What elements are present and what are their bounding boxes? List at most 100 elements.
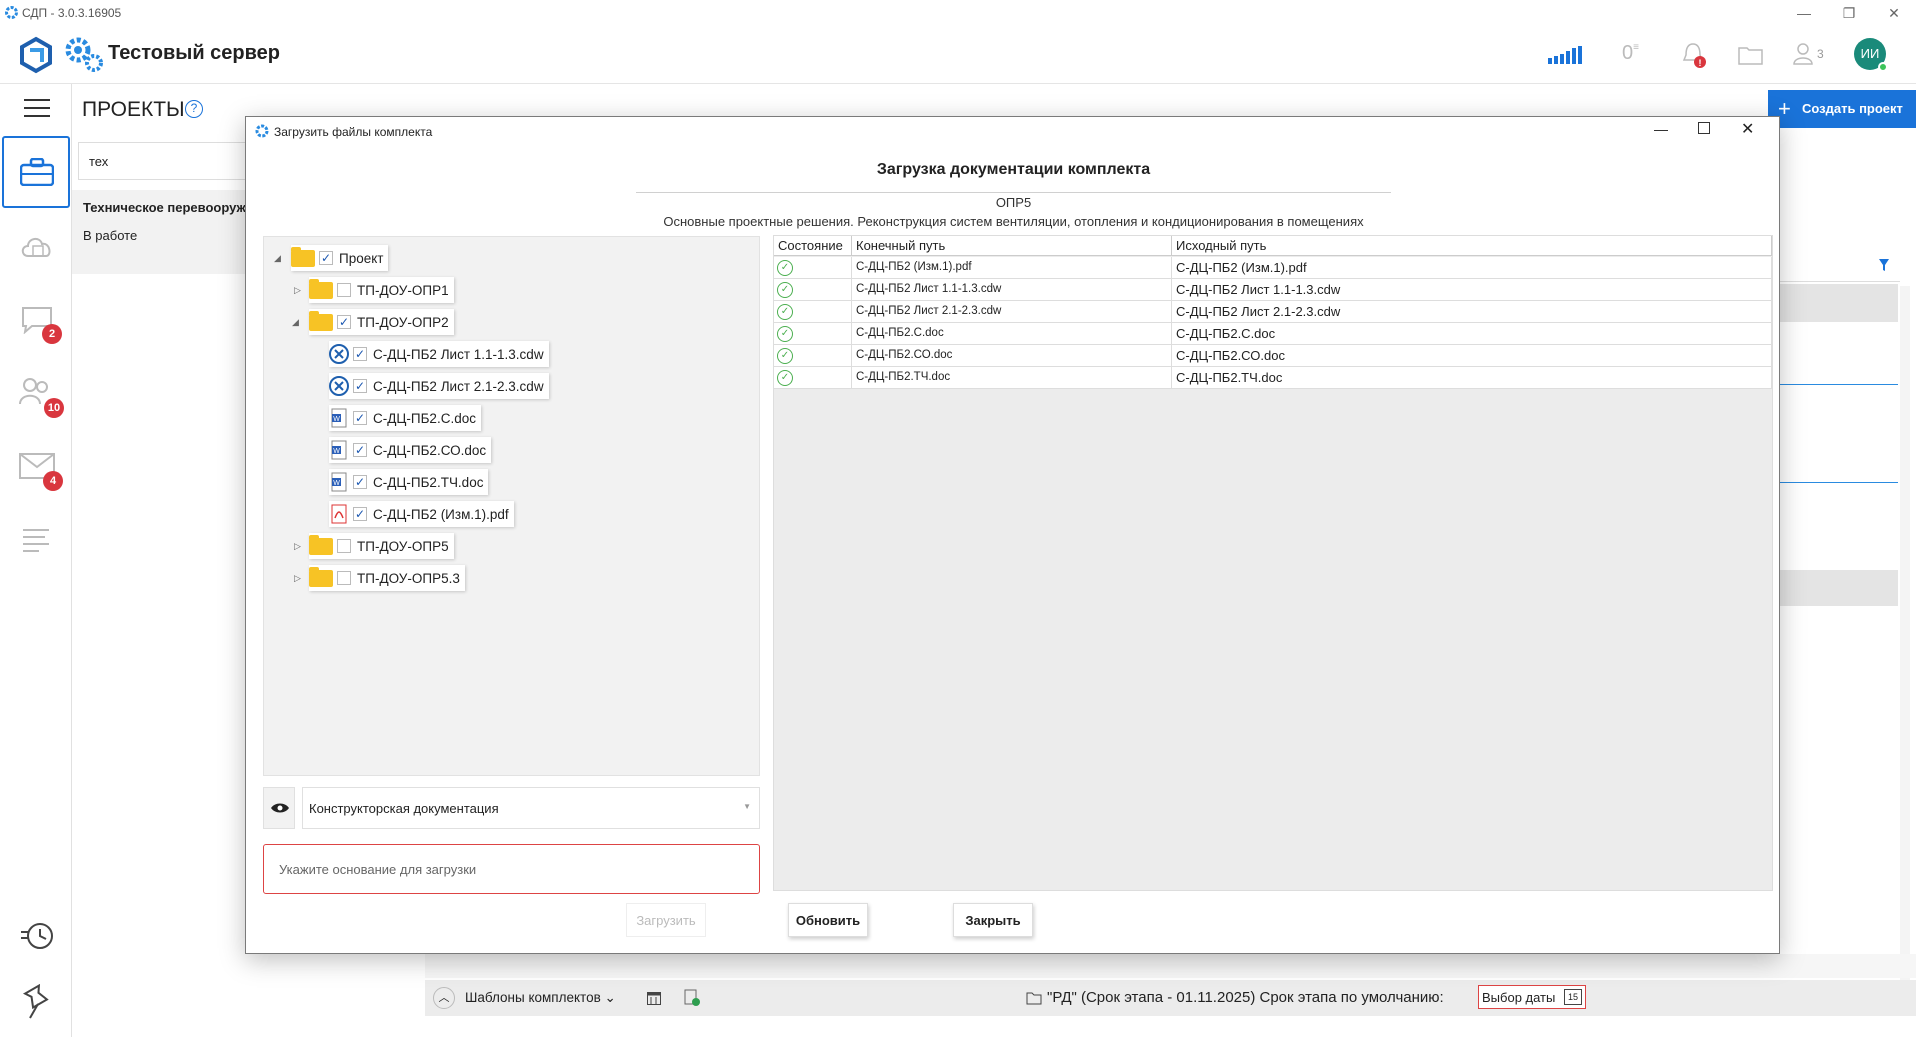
table-row[interactable]: ✓ С-ДЦ-ПБ2.С.doc С-ДЦ-ПБ2.С.doc (774, 323, 1772, 345)
refresh-label: Обновить (795, 913, 861, 928)
check-circle-icon: ✓ (777, 260, 793, 276)
column-header-state[interactable]: Состояние (774, 236, 852, 256)
dialog-heading: Загрузка документации комплекта (876, 161, 1151, 178)
tree-folder[interactable]: ТП-ДОУ-ОПР5.3 (309, 565, 465, 591)
state-cell: ✓ (774, 257, 852, 279)
tree-label: Проект (339, 250, 384, 266)
restore-button[interactable]: ❐ (1829, 2, 1869, 24)
history-icon[interactable] (20, 920, 56, 952)
table-row[interactable]: ✓ С-ДЦ-ПБ2 (Изм.1).pdf С-ДЦ-ПБ2 (Изм.1).… (774, 257, 1772, 279)
checkbox[interactable]: ✓ (353, 347, 367, 361)
tree-file[interactable]: W ✓ С-ДЦ-ПБ2.ТЧ.doc (329, 469, 489, 495)
templates-dropdown[interactable]: Шаблоны комплектов ⌄ (465, 990, 616, 1006)
checkbox[interactable]: ✓ (353, 475, 367, 489)
dialog-app-icon (255, 124, 269, 138)
refresh-button[interactable]: Обновить (788, 903, 868, 937)
filter-icon[interactable] (1878, 258, 1890, 272)
checkbox[interactable]: ✓ (337, 315, 351, 329)
kompas-icon (329, 375, 349, 397)
checkbox[interactable] (337, 283, 351, 297)
help-icon[interactable]: ? (185, 100, 203, 118)
dialog-maximize-button[interactable] (1698, 122, 1710, 134)
checkbox[interactable] (337, 539, 351, 553)
tree-folder[interactable]: ТП-ДОУ-ОПР1 (309, 277, 454, 303)
signal-icon[interactable] (1548, 46, 1584, 64)
tree-file[interactable]: ✓ С-ДЦ-ПБ2 Лист 2.1-2.3.cdw (329, 373, 549, 399)
checkbox[interactable]: ✓ (353, 411, 367, 425)
tree-folder[interactable]: ТП-ДОУ-ОПР5 (309, 533, 454, 559)
doc-type-select[interactable]: Конструкторская документация ▼ (302, 787, 760, 829)
expand-root-icon[interactable]: ◢ (274, 253, 281, 264)
folder-icon[interactable] (1738, 45, 1764, 65)
create-project-button[interactable]: + Создать проект (1768, 90, 1916, 128)
check-circle-icon: ✓ (777, 282, 793, 298)
pin-icon[interactable] (22, 984, 54, 1020)
table-row[interactable]: ✓ С-ДЦ-ПБ2.СО.doc С-ДЦ-ПБ2.СО.doc (774, 345, 1772, 367)
app-header: Тестовый сервер 0≡ ! 3 ИИ (0, 26, 1916, 84)
tree-label: С-ДЦ-ПБ2.С.doc (373, 410, 476, 426)
src-cell: С-ДЦ-ПБ2 (Изм.1).pdf (1172, 257, 1772, 279)
dialog-minimize-button[interactable]: — (1654, 121, 1668, 137)
table-row[interactable]: ✓ С-ДЦ-ПБ2 Лист 2.1-2.3.cdw С-ДЦ-ПБ2 Лис… (774, 301, 1772, 323)
date-picker-label: Выбор даты (1482, 990, 1556, 1005)
bg-scrollbar[interactable] (1900, 286, 1910, 1006)
project-list-item[interactable]: Техническое перевооруж В работе (72, 190, 248, 274)
files-table: Состояние Конечный путь Исходный путь ✓ … (773, 235, 1773, 891)
close-button[interactable]: Закрыть (953, 903, 1033, 937)
chat-badge: 2 (42, 324, 62, 344)
tree-folder[interactable]: ✓ ТП-ДОУ-ОПР2 (309, 309, 454, 335)
gears-icon (65, 37, 103, 72)
view-toggle[interactable] (263, 787, 295, 829)
bell-icon[interactable]: ! (1682, 41, 1708, 69)
cloud-save-icon[interactable] (20, 232, 54, 262)
calendar-grid-icon[interactable] (647, 991, 661, 1005)
tree-label: С-ДЦ-ПБ2 Лист 2.1-2.3.cdw (373, 378, 544, 394)
close-label: Закрыть (965, 913, 1021, 928)
expand-icon[interactable]: ▷ (294, 573, 301, 584)
server-name: Тестовый сервер (108, 42, 281, 64)
check-circle-icon: ✓ (777, 304, 793, 320)
table-row[interactable]: ✓ С-ДЦ-ПБ2.ТЧ.doc С-ДЦ-ПБ2.ТЧ.doc (774, 367, 1772, 389)
document-list-icon[interactable] (21, 526, 51, 558)
column-header-src[interactable]: Исходный путь (1172, 236, 1772, 256)
menu-icon[interactable] (24, 99, 50, 119)
collapse-icon[interactable]: ◢ (292, 317, 299, 328)
tree-label: ТП-ДОУ-ОПР5 (357, 538, 449, 554)
minimize-button[interactable]: — (1784, 2, 1824, 24)
counter-value: 0 (1622, 42, 1634, 64)
checkbox[interactable] (337, 571, 351, 585)
close-window-button[interactable]: ✕ (1874, 2, 1914, 24)
app-icon (5, 6, 18, 19)
eye-icon (271, 803, 289, 813)
project-search-input[interactable]: тех (78, 142, 248, 180)
dialog-close-button[interactable]: ✕ (1741, 119, 1754, 139)
tree-file[interactable]: ✓ С-ДЦ-ПБ2 Лист 1.1-1.3.cdw (329, 341, 549, 367)
column-header-dest[interactable]: Конечный путь (852, 236, 1172, 256)
tree-file[interactable]: ✓ С-ДЦ-ПБ2 (Изм.1).pdf (329, 501, 514, 527)
search-value: тех (89, 154, 109, 169)
state-cell: ✓ (774, 367, 852, 389)
dest-cell: С-ДЦ-ПБ2.С.doc (852, 323, 1172, 345)
checkbox[interactable]: ✓ (353, 379, 367, 393)
upload-button[interactable]: Загрузить (626, 903, 706, 937)
users-icon[interactable] (1792, 42, 1814, 66)
table-row[interactable]: ✓ С-ДЦ-ПБ2 Лист 1.1-1.3.cdw С-ДЦ-ПБ2 Лис… (774, 279, 1772, 301)
checkbox[interactable]: ✓ (353, 443, 367, 457)
document-add-icon[interactable] (684, 989, 700, 1007)
rail-projects[interactable] (2, 136, 70, 208)
date-picker[interactable]: Выбор даты 15 (1478, 985, 1586, 1009)
checkbox[interactable]: ✓ (353, 507, 367, 521)
checkbox[interactable]: ✓ (319, 251, 333, 265)
counter-zero[interactable]: 0≡ (1622, 42, 1639, 65)
stage-info: "РД" (Срок этапа - 01.11.2025) Срок этап… (1047, 989, 1444, 1006)
tree-file[interactable]: W ✓ С-ДЦ-ПБ2.СО.doc (329, 437, 492, 463)
tree-file[interactable]: W ✓ С-ДЦ-ПБ2.С.doc (329, 405, 481, 431)
heading-divider (636, 192, 1391, 193)
expand-icon[interactable]: ▷ (294, 541, 301, 552)
tree-root[interactable]: ✓ Проект (291, 245, 389, 271)
expand-icon[interactable]: ▷ (294, 285, 301, 296)
src-cell: С-ДЦ-ПБ2.ТЧ.doc (1172, 367, 1772, 389)
collapse-button[interactable]: ︿ (433, 987, 455, 1009)
folder-icon (309, 278, 333, 299)
reason-input[interactable]: Укажите основание для загрузки (263, 844, 760, 894)
